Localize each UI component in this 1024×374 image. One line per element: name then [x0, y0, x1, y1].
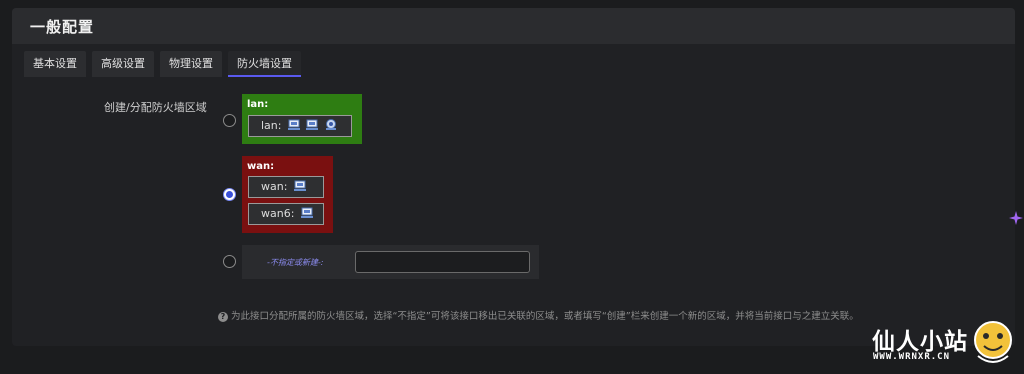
zone-lan-interface: lan:: [248, 115, 352, 137]
mascot-face-icon: [974, 321, 1012, 363]
zone-wan-interface: wan:: [248, 176, 324, 198]
site-watermark: 仙人小站 WWW.WRNXR.CN: [868, 318, 1024, 374]
help-icon: ?: [218, 312, 228, 322]
zone-wan-radio[interactable]: [223, 188, 236, 201]
panel-title: 一般配置: [30, 18, 95, 36]
interface-name: wan6:: [261, 207, 295, 220]
zone-wan-box: wan: wan: wan6:: [242, 156, 333, 233]
interface-name: wan:: [261, 180, 288, 193]
network-port-icon: [287, 119, 300, 130]
network-port-icon: [293, 180, 306, 191]
help-text: 为此接口分配所属的防火墙区域，选择“不指定”可将该接口移出已关联的区域，或者填写…: [231, 311, 859, 322]
tab-basic-settings[interactable]: 基本设置: [24, 51, 86, 77]
zone-wan-name: wan:: [247, 161, 275, 172]
sparkle-icon[interactable]: [1008, 210, 1024, 226]
help-text-row: ? 为此接口分配所属的防火墙区域，选择“不指定”可将该接口移出已关联的区域，或者填…: [218, 308, 859, 322]
wireless-icon: [325, 119, 336, 130]
tab-physical-settings[interactable]: 物理设置: [160, 51, 222, 77]
panel-header: 一般配置: [12, 8, 1015, 44]
new-zone-label: -不指定或新建-:: [267, 258, 324, 267]
firewall-zone-label: 创建/分配防火墙区域: [104, 101, 207, 114]
new-zone-input[interactable]: [355, 251, 530, 273]
network-port-icon: [306, 119, 319, 130]
tab-advanced-settings[interactable]: 高级设置: [92, 51, 154, 77]
zone-lan-radio[interactable]: [223, 114, 236, 127]
general-config-panel: 一般配置 基本设置 高级设置 物理设置 防火墙设置 创建/分配防火墙区域 lan…: [12, 8, 1015, 346]
watermark-url: WWW.WRNXR.CN: [873, 352, 951, 362]
network-port-icon: [300, 207, 313, 218]
tab-bar: 基本设置 高级设置 物理设置 防火墙设置: [24, 51, 301, 77]
zone-lan-box: lan: lan:: [242, 94, 362, 144]
watermark-title: 仙人小站: [872, 329, 968, 355]
zone-lan-name: lan:: [247, 99, 269, 110]
zone-wan6-interface: wan6:: [248, 203, 324, 225]
zone-new-radio[interactable]: [223, 255, 236, 268]
interface-name: lan:: [261, 119, 282, 132]
tab-firewall-settings[interactable]: 防火墙设置: [228, 51, 301, 77]
new-zone-row: -不指定或新建-:: [242, 245, 539, 279]
